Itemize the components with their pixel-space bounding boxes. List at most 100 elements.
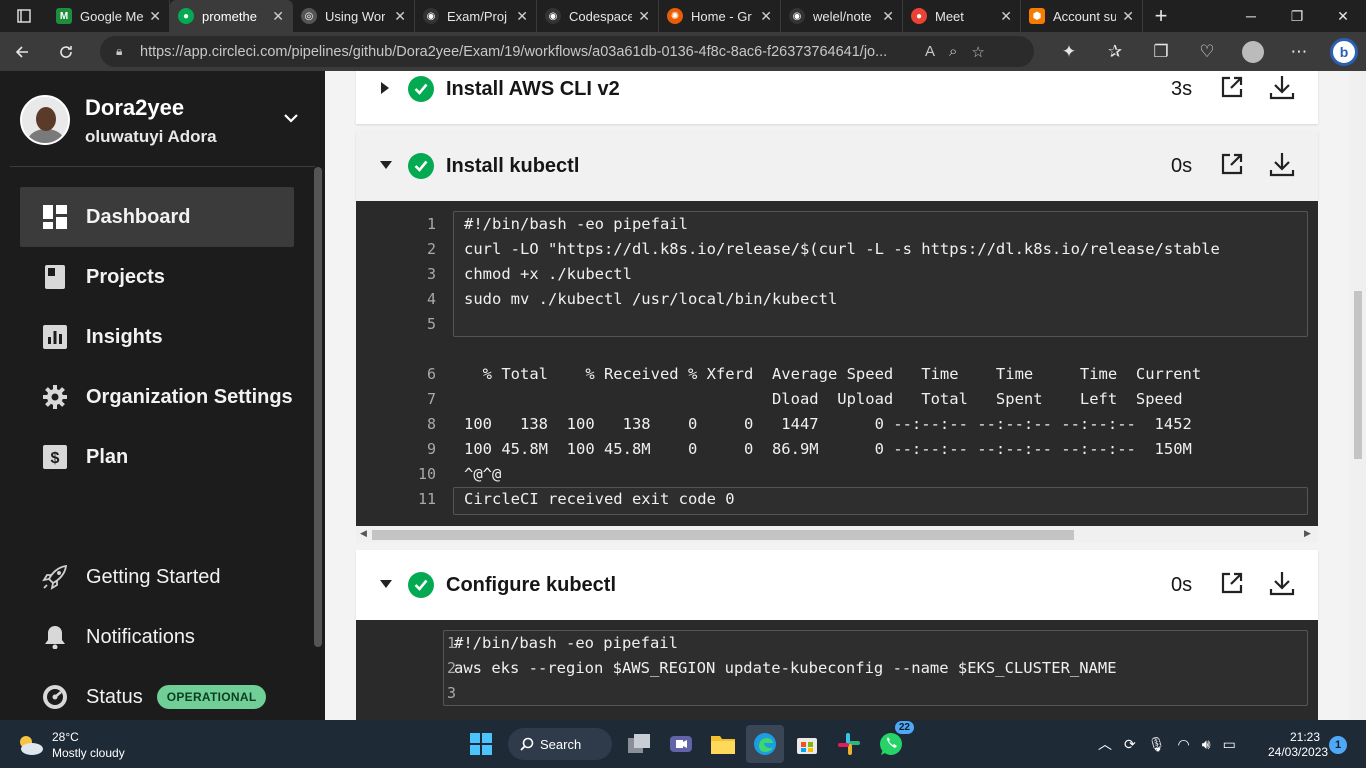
- close-tab-icon[interactable]: ✕: [994, 8, 1012, 25]
- browser-tab[interactable]: M Google Me ✕: [48, 0, 170, 32]
- browser-tab[interactable]: ◉ welel/note ✕: [781, 0, 903, 32]
- sidebar-item-status[interactable]: Status OPERATIONAL: [20, 667, 294, 727]
- browser-tab-active[interactable]: ● promethe ✕: [170, 0, 293, 32]
- url-text[interactable]: https://app.circleci.com/pipelines/githu…: [140, 44, 915, 60]
- close-tab-icon[interactable]: ✕: [876, 8, 894, 25]
- sidebar-scrollbar[interactable]: [314, 167, 322, 647]
- sidebar-item-label: Insights: [86, 325, 163, 348]
- weather-condition: Mostly cloudy: [52, 746, 125, 760]
- taskbar-clock[interactable]: 21:23 24/03/2023: [1268, 730, 1328, 760]
- download-icon[interactable]: [1269, 151, 1295, 182]
- browser-tab[interactable]: ◎ Using Wor ✕: [293, 0, 415, 32]
- task-view-button[interactable]: [620, 725, 658, 763]
- bing-icon[interactable]: b: [1330, 37, 1358, 66]
- close-tab-icon[interactable]: ✕: [1116, 8, 1134, 25]
- zoom-icon[interactable]: ⌕: [949, 43, 957, 61]
- page-vertical-scrollbar[interactable]: [1350, 71, 1366, 720]
- caret-right-icon[interactable]: [380, 81, 390, 97]
- step-duration: 3s: [1171, 77, 1193, 100]
- close-tab-icon[interactable]: ✕: [388, 8, 406, 25]
- caret-down-icon[interactable]: [380, 578, 392, 592]
- chevron-down-icon[interactable]: [283, 109, 299, 132]
- step-header[interactable]: Configure kubectl 0s: [356, 550, 1318, 620]
- open-external-icon[interactable]: [1220, 152, 1244, 181]
- close-tab-icon[interactable]: ✕: [632, 8, 650, 25]
- scroll-right-icon[interactable]: ▶: [1304, 528, 1311, 539]
- tab-label: Home - Gr: [691, 8, 752, 24]
- more-menu-icon[interactable]: ⋯: [1276, 42, 1322, 62]
- caret-down-icon[interactable]: [380, 159, 392, 173]
- open-external-icon[interactable]: [1220, 75, 1244, 104]
- scroll-left-icon[interactable]: ◀: [360, 528, 367, 539]
- volume-icon[interactable]: 🔊︎: [1202, 736, 1211, 753]
- tab-actions-icon: [17, 9, 31, 23]
- browser-tab[interactable]: ● Meet ✕: [903, 0, 1021, 32]
- store-icon: [797, 738, 817, 754]
- read-aloud-icon[interactable]: A: [925, 43, 935, 61]
- sync-icon[interactable]: ⟳: [1124, 736, 1136, 753]
- line-number: 10: [417, 465, 436, 483]
- scrollbar-thumb[interactable]: [372, 530, 1074, 540]
- open-external-icon[interactable]: [1220, 571, 1244, 600]
- microphone-icon[interactable]: 🎙︎: [1148, 736, 1166, 753]
- search-label: Search: [540, 736, 582, 752]
- favorites-icon[interactable]: ✰: [1092, 42, 1138, 62]
- sidebar-item-projects[interactable]: Projects: [20, 247, 294, 307]
- github-favicon-icon: ◉: [545, 8, 561, 24]
- microsoft-store-button[interactable]: [788, 725, 826, 763]
- windows-taskbar: 28°C Mostly cloudy Search 22 ︿ ⟳ 🎙︎ ◠ 🔊︎…: [0, 720, 1366, 768]
- collections-icon[interactable]: ❐: [1138, 42, 1184, 62]
- minimize-button[interactable]: ─: [1228, 0, 1274, 32]
- back-button[interactable]: [0, 32, 44, 71]
- battery-icon[interactable]: ▭: [1223, 736, 1236, 753]
- step-header[interactable]: Install AWS CLI v2 3s: [356, 71, 1318, 124]
- chevron-up-icon[interactable]: ︿: [1098, 734, 1112, 754]
- notification-count-badge[interactable]: 1: [1329, 736, 1347, 754]
- sidebar-item-insights[interactable]: Insights: [20, 307, 294, 367]
- sidebar-item-dashboard[interactable]: Dashboard: [20, 187, 294, 247]
- org-switcher[interactable]: Dora2yee oluwatuyi Adora: [20, 95, 310, 147]
- circleci-favicon-icon: ●: [178, 8, 194, 24]
- step-header[interactable]: Install kubectl 0s: [356, 131, 1318, 201]
- close-tab-icon[interactable]: ✕: [510, 8, 528, 25]
- download-icon[interactable]: [1269, 570, 1295, 601]
- start-button[interactable]: [462, 725, 500, 763]
- scrollbar-thumb[interactable]: [1354, 291, 1362, 459]
- sidebar-item-getting-started[interactable]: Getting Started: [20, 547, 294, 607]
- maximize-button[interactable]: ❐: [1274, 0, 1320, 32]
- sidebar-item-plan[interactable]: $ Plan: [20, 427, 294, 487]
- whatsapp-button[interactable]: 22: [872, 721, 914, 763]
- edge-browser-button[interactable]: [746, 725, 784, 763]
- reload-button[interactable]: [44, 32, 88, 71]
- new-tab-button[interactable]: +: [1143, 3, 1179, 29]
- close-tab-icon[interactable]: ✕: [754, 8, 772, 25]
- browser-tab[interactable]: ◉ Codespace ✕: [537, 0, 659, 32]
- close-window-button[interactable]: ✕: [1320, 0, 1366, 32]
- extensions-icon[interactable]: ✦: [1046, 42, 1092, 62]
- close-tab-icon[interactable]: ✕: [266, 8, 284, 25]
- browser-tab[interactable]: ⬢ Account su ✕: [1021, 0, 1143, 32]
- taskbar-search[interactable]: Search: [508, 728, 612, 760]
- performance-icon[interactable]: ♡: [1184, 42, 1230, 62]
- address-bar[interactable]: 🔒︎ https://app.circleci.com/pipelines/gi…: [100, 36, 1034, 67]
- wifi-icon[interactable]: ◠: [1178, 736, 1190, 753]
- sidebar-item-notifications[interactable]: Notifications: [20, 607, 294, 667]
- browser-profile-avatar[interactable]: [1242, 40, 1264, 63]
- tab-actions-button[interactable]: [0, 0, 48, 32]
- browser-tab[interactable]: ◉ Exam/Proj ✕: [415, 0, 537, 32]
- teams-meet-button[interactable]: [662, 725, 700, 763]
- user-name: Dora2yee: [85, 95, 185, 120]
- edge-icon: [754, 733, 776, 755]
- step-duration: 0s: [1171, 573, 1193, 596]
- download-icon[interactable]: [1269, 74, 1295, 105]
- slack-button[interactable]: [830, 725, 868, 763]
- close-tab-icon[interactable]: ✕: [143, 8, 161, 25]
- console-line: #!/bin/bash -eo pipefail: [454, 633, 678, 652]
- console-horizontal-scrollbar[interactable]: ◀ ▶: [356, 526, 1318, 543]
- browser-tab[interactable]: ✺ Home - Gr ✕: [659, 0, 781, 32]
- line-number: 9: [426, 440, 436, 458]
- add-favorite-icon[interactable]: ☆: [971, 43, 984, 61]
- sidebar-item-organization-settings[interactable]: Organization Settings: [20, 367, 294, 427]
- file-explorer-button[interactable]: [704, 725, 742, 763]
- weather-widget[interactable]: 28°C Mostly cloudy: [16, 729, 125, 761]
